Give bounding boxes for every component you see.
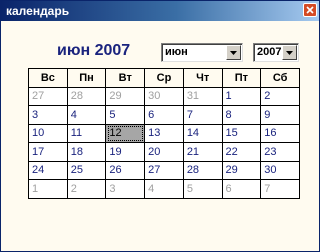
weekday-header: Пн — [66, 68, 107, 88]
day-cell[interactable]: 5 — [105, 105, 146, 125]
day-cell[interactable]: 19 — [105, 142, 146, 162]
year-dropdown-button[interactable] — [282, 45, 297, 60]
other-month-day-cell[interactable]: 6 — [221, 179, 262, 199]
day-cell[interactable]: 13 — [144, 123, 184, 143]
day-cell[interactable]: 22 — [221, 142, 262, 162]
month-select-value: июн — [165, 46, 188, 58]
chevron-down-icon — [286, 50, 293, 55]
other-month-day-cell[interactable]: 31 — [182, 86, 223, 106]
calendar-week-row: 24 25 26 27 28 29 30 — [28, 160, 300, 180]
calendar-week-row: 3456789 — [28, 105, 300, 125]
day-cell[interactable]: 6 — [144, 105, 184, 125]
day-cell[interactable]: 3 — [28, 105, 68, 125]
day-cell[interactable]: 10 — [28, 123, 68, 143]
day-cell[interactable]: 30 — [260, 160, 300, 180]
calendar-week-row: 10 11 12 13 14 15 16 — [28, 123, 300, 143]
weekday-header: Вт — [105, 68, 146, 88]
other-month-day-cell[interactable]: 4 — [144, 179, 184, 199]
calendar-week-row: 1234567 — [28, 179, 300, 199]
weekday-header: Сб — [260, 68, 300, 88]
day-cell[interactable]: 7 — [182, 105, 223, 125]
other-month-day-cell[interactable]: 7 — [260, 179, 300, 199]
calendar-weeks: 27 28 29 30 31 1 2 3 4 5 6 7 8 9 10 11 12 13 14 15 16 17 18 19 2… — [28, 86, 300, 199]
month-select[interactable]: июн — [161, 43, 243, 62]
close-button[interactable] — [303, 3, 317, 17]
title-bar[interactable]: календарь — [1, 1, 319, 21]
weekday-header: Чт — [182, 68, 223, 88]
day-cell[interactable]: 29 — [221, 160, 262, 180]
weekday-header: Ср — [144, 68, 184, 88]
other-month-day-cell[interactable]: 30 — [144, 86, 184, 106]
weekday-header: Вс — [28, 68, 68, 88]
day-cell[interactable]: 2 — [260, 86, 300, 106]
year-select[interactable]: 2007 — [253, 43, 299, 62]
other-month-day-cell[interactable]: 5 — [182, 179, 223, 199]
day-cell[interactable]: 15 — [221, 123, 262, 143]
day-cell[interactable]: 26 — [105, 160, 146, 180]
chevron-down-icon — [230, 50, 237, 55]
other-month-day-cell[interactable]: 27 — [28, 86, 68, 106]
day-cell[interactable]: 23 — [260, 142, 300, 162]
day-cell[interactable]: 27 — [144, 160, 184, 180]
selected-day-cell[interactable]: 12 — [105, 123, 146, 143]
day-cell[interactable]: 28 — [182, 160, 223, 180]
day-cell[interactable]: 16 — [260, 123, 300, 143]
day-cell[interactable]: 4 — [66, 105, 107, 125]
window-title: календарь — [6, 4, 70, 18]
calendar-window: календарь июн 2007 июн 2007 Вс Пн Вт Ср … — [0, 0, 320, 252]
day-cell[interactable]: 17 — [28, 142, 68, 162]
day-cell[interactable]: 21 — [182, 142, 223, 162]
day-cell[interactable]: 1 — [221, 86, 262, 106]
calendar-week-row: 27 28 29 30 31 1 2 — [28, 86, 300, 106]
month-year-title: июн 2007 — [57, 42, 131, 59]
day-cell[interactable]: 18 — [66, 142, 107, 162]
other-month-day-cell[interactable]: 3 — [105, 179, 146, 199]
other-month-day-cell[interactable]: 28 — [66, 86, 107, 106]
weekday-header: Пт — [221, 68, 262, 88]
day-cell[interactable]: 14 — [182, 123, 223, 143]
day-cell[interactable]: 25 — [66, 160, 107, 180]
year-select-value: 2007 — [257, 46, 282, 58]
weekday-header-row: Вс Пн Вт Ср Чт Пт Сб — [28, 68, 300, 88]
month-dropdown-button[interactable] — [226, 45, 241, 60]
day-cell[interactable]: 8 — [221, 105, 262, 125]
calendar-grid: Вс Пн Вт Ср Чт Пт Сб 27 28 29 30 31 1 2 3 4 5 6 7 8 9… — [28, 68, 300, 199]
other-month-day-cell[interactable]: 29 — [105, 86, 146, 106]
day-cell[interactable]: 9 — [260, 105, 300, 125]
other-month-day-cell[interactable]: 2 — [66, 179, 107, 199]
day-cell[interactable]: 11 — [66, 123, 107, 143]
close-icon — [306, 6, 314, 14]
day-cell[interactable]: 20 — [144, 142, 184, 162]
day-cell[interactable]: 24 — [28, 160, 68, 180]
calendar-week-row: 17 18 19 20 21 22 23 — [28, 142, 300, 162]
other-month-day-cell[interactable]: 1 — [28, 179, 68, 199]
